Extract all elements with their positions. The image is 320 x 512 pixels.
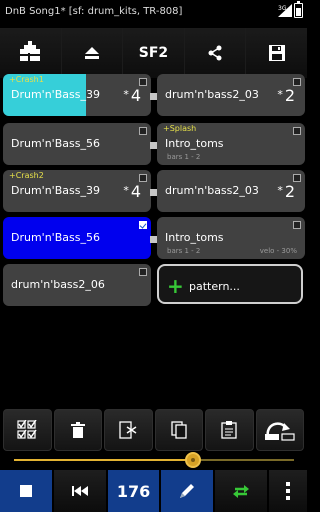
- loop-button[interactable]: [215, 470, 268, 512]
- select-checkbox[interactable]: [293, 174, 301, 182]
- slider-thumb[interactable]: [185, 452, 202, 468]
- select-checkbox[interactable]: [139, 268, 147, 276]
- select-checkbox[interactable]: [293, 127, 301, 135]
- overflow-menu-button[interactable]: [269, 470, 308, 512]
- overflow-menu-icon: [286, 482, 291, 500]
- pattern-cell-4-right[interactable]: Intro_toms bars 1 - 2 velo - 30%: [157, 217, 305, 259]
- pattern-cell-1-left[interactable]: +Crash1 Drum'n'Bass_39 * 4: [3, 74, 151, 116]
- add-track-icon: [20, 41, 41, 61]
- chain-connector: [150, 93, 157, 100]
- delete-button[interactable]: [53, 409, 102, 451]
- select-checkbox-checked[interactable]: [139, 221, 147, 229]
- transport-bar: 176: [0, 470, 308, 512]
- stop-button[interactable]: [0, 470, 52, 512]
- tempo-button[interactable]: 176: [107, 470, 160, 512]
- cut-button[interactable]: [104, 409, 153, 451]
- skip-back-icon: [71, 486, 88, 496]
- loop-icon: [233, 485, 250, 498]
- share-button[interactable]: [184, 28, 247, 78]
- pattern-name: Drum'n'Bass_56: [11, 137, 100, 150]
- pencil-icon: [180, 484, 195, 498]
- repeat-count: * 4: [123, 182, 141, 201]
- splash-tag: +Splash: [163, 124, 197, 133]
- edit-toolbar: [0, 409, 307, 451]
- crash-tag: +Crash1: [9, 75, 44, 84]
- pattern-cell-2-left[interactable]: Drum'n'Bass_56: [3, 123, 151, 165]
- velocity-label: velo - 30%: [259, 247, 297, 255]
- pattern-name: drum'n'bass2_06: [11, 278, 105, 291]
- pattern-cell-3-right[interactable]: drum'n'bass2_03 * 2: [157, 170, 305, 212]
- svg-text:3G: 3G: [278, 5, 287, 12]
- pattern-name: drum'n'bass2_03: [165, 88, 259, 101]
- pattern-name: Drum'n'Bass_39: [11, 88, 100, 101]
- top-toolbar: SF2: [0, 28, 307, 78]
- chain-connector: [150, 189, 157, 196]
- pattern-name: Drum'n'Bass_39: [11, 184, 100, 197]
- share-icon: [208, 45, 222, 61]
- cut-icon: [119, 421, 137, 439]
- pattern-name: Intro_toms: [165, 137, 224, 150]
- tempo-value: 176: [116, 481, 151, 501]
- chain-connector: [150, 142, 157, 149]
- status-title: DnB Song1* [sf: drum_kits, TR-808]: [5, 5, 183, 17]
- copy-button[interactable]: [154, 409, 203, 451]
- stop-icon: [19, 485, 32, 497]
- pattern-name: Drum'n'Bass_56: [11, 231, 100, 244]
- crash-tag: +Crash2: [9, 171, 44, 180]
- eject-button[interactable]: [61, 28, 124, 78]
- save-icon: [268, 45, 285, 61]
- pattern-cell-2-right[interactable]: +Splash Intro_toms bars 1 - 2: [157, 123, 305, 165]
- signal-icon: 3G: [278, 4, 292, 17]
- pattern-name: drum'n'bass2_03: [165, 184, 259, 197]
- select-checkbox[interactable]: [293, 78, 301, 86]
- add-track-button[interactable]: [0, 28, 62, 78]
- select-all-button[interactable]: [3, 409, 52, 451]
- sf2-button[interactable]: SF2: [123, 28, 185, 78]
- plus-icon: +: [167, 274, 184, 298]
- repeat-count: * 4: [123, 86, 141, 105]
- pattern-name: Intro_toms: [165, 231, 224, 244]
- delete-icon: [70, 422, 85, 438]
- repeat-count: * 2: [277, 182, 295, 201]
- add-pattern-label: pattern...: [189, 280, 240, 293]
- status-bar: DnB Song1* [sf: drum_kits, TR-808] 3G: [0, 0, 307, 22]
- slider-fill: [14, 459, 194, 461]
- copy-icon: [171, 421, 187, 439]
- song-position-slider[interactable]: [14, 452, 294, 468]
- add-pattern-button[interactable]: + pattern...: [157, 264, 303, 304]
- select-checkbox[interactable]: [139, 174, 147, 182]
- loop-repeat-icon: [264, 422, 295, 441]
- loop-repeat-button[interactable]: [255, 409, 304, 451]
- pattern-cell-5-left[interactable]: drum'n'bass2_06: [3, 264, 151, 306]
- pattern-cell-1-right[interactable]: drum'n'bass2_03 * 2: [157, 74, 305, 116]
- select-all-icon: [17, 420, 37, 439]
- skip-back-button[interactable]: [53, 470, 106, 512]
- status-icons: 3G: [278, 1, 303, 18]
- chain-connector: [150, 236, 157, 243]
- paste-button[interactable]: [205, 409, 254, 451]
- edit-pencil-button[interactable]: [161, 470, 214, 512]
- battery-icon: [294, 1, 303, 18]
- select-checkbox[interactable]: [139, 127, 147, 135]
- repeat-count: * 2: [277, 86, 295, 105]
- pattern-cell-4-left[interactable]: Drum'n'Bass_56: [3, 217, 151, 259]
- select-checkbox[interactable]: [293, 221, 301, 229]
- sf2-label: SF2: [138, 45, 169, 61]
- bars-range: bars 1 - 2: [167, 153, 201, 161]
- bars-range: bars 1 - 2: [167, 247, 201, 255]
- paste-icon: [221, 421, 237, 439]
- save-button[interactable]: [246, 28, 307, 78]
- pattern-cell-3-left[interactable]: +Crash2 Drum'n'Bass_39 * 4: [3, 170, 151, 212]
- eject-icon: [84, 47, 99, 59]
- select-checkbox[interactable]: [139, 78, 147, 86]
